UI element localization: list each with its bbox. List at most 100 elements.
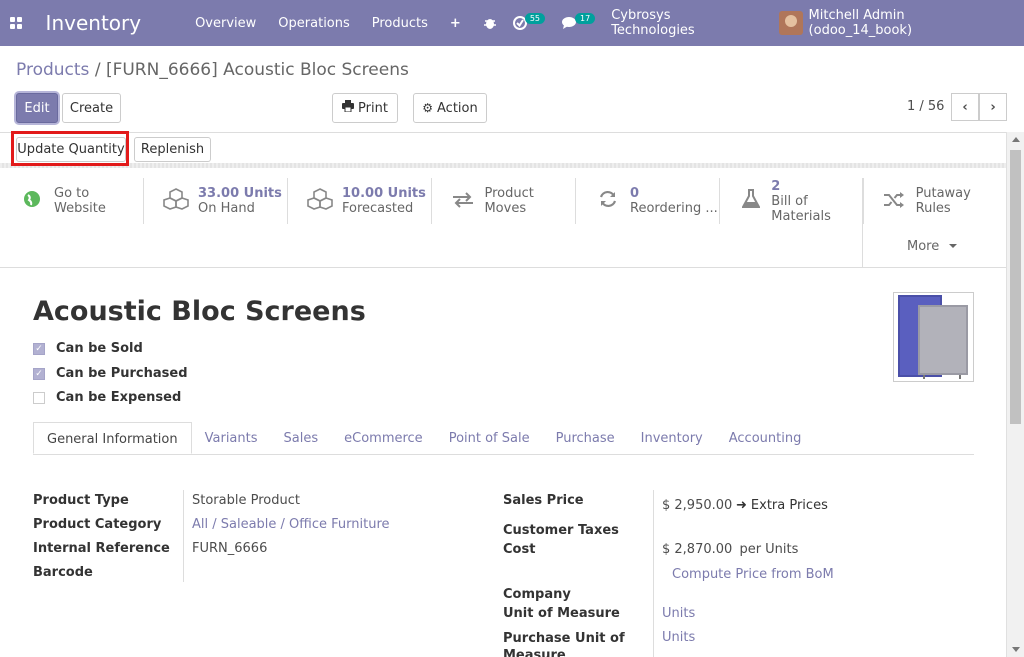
breadcrumb-products[interactable]: Products [16, 60, 89, 80]
user-avatar[interactable] [779, 11, 803, 35]
pager-value[interactable]: 1 / 56 [907, 99, 944, 114]
user-menu[interactable]: Mitchell Admin (odoo_14_book) [809, 8, 1008, 38]
tab-purchase[interactable]: Purchase [543, 422, 628, 454]
product-image[interactable] [893, 292, 974, 382]
smart-website-value: Go to [54, 186, 90, 201]
scroll-up-icon[interactable] [1012, 137, 1020, 142]
replenish-button[interactable]: Replenish [134, 137, 211, 162]
caret-down-icon [949, 244, 958, 248]
product-category-label: Product Category [33, 517, 162, 532]
product-type-select[interactable]: Storable Product [192, 493, 300, 508]
smart-button-forecasted[interactable]: 10.00 Units Forecasted [288, 178, 432, 224]
cost-value: $ 2,870.00 [662, 542, 733, 557]
print-label: Print [358, 100, 388, 116]
barcode-label: Barcode [33, 565, 93, 580]
cost-field[interactable]: $ 2,870.00 per Units [662, 542, 798, 557]
top-navbar: Inventory Overview Operations Products +… [0, 0, 1024, 46]
print-icon [342, 100, 355, 116]
smart-button-website[interactable]: Go to Website [0, 178, 144, 224]
can-be-purchased-checkbox[interactable]: ✓ [33, 367, 45, 380]
tab-inventory[interactable]: Inventory [628, 422, 716, 454]
tab-variants[interactable]: Variants [192, 422, 271, 454]
scroll-down-icon[interactable] [1012, 647, 1020, 652]
flask-icon [736, 188, 765, 214]
pager-previous-icon[interactable]: ‹ [951, 93, 979, 121]
messages-badge: 17 [575, 12, 596, 24]
vertical-scrollbar[interactable] [1006, 132, 1024, 657]
field-divider-left [183, 490, 184, 582]
apps-menu-icon[interactable] [0, 0, 32, 46]
menu-plus-icon[interactable]: + [450, 16, 461, 31]
smart-forecasted-value: 10.00 Units [342, 186, 426, 201]
tab-ecommerce[interactable]: eCommerce [331, 422, 436, 454]
can-be-expensed-row: Can be Expensed [33, 390, 181, 405]
menu-products[interactable]: Products [372, 16, 428, 31]
can-be-expensed-checkbox[interactable] [33, 391, 45, 404]
smart-putaway-label: Putaway Rules [915, 186, 971, 216]
smart-product-moves-label: Product Moves [484, 186, 534, 216]
purchase-unit-of-measure-field[interactable]: Units [662, 630, 695, 645]
activity-icon[interactable]: 55 [512, 12, 545, 30]
cubes-icon [304, 187, 336, 215]
smart-button-on-hand[interactable]: 33.00 Units On Hand [144, 178, 288, 224]
smart-website-label: Website [54, 201, 106, 216]
smart-buttons: Go to Website 33.00 Units On Hand 10.00 Un… [0, 178, 1006, 268]
edit-button[interactable]: Edit [16, 93, 58, 123]
bug-icon[interactable] [483, 16, 497, 30]
highlight-box [11, 131, 129, 166]
sales-price-label: Sales Price [503, 493, 584, 508]
extra-prices-button[interactable]: ➜ Extra Prices [736, 498, 828, 513]
scroll-thumb[interactable] [1010, 150, 1021, 424]
can-be-sold-label: Can be Sold [56, 341, 143, 356]
more-dropdown[interactable]: More [862, 224, 1006, 268]
tab-accounting[interactable]: Accounting [716, 422, 815, 454]
messages-icon[interactable]: 17 [561, 12, 596, 30]
compute-price-from-bom-button[interactable]: Compute Price from BoM [672, 567, 834, 582]
smart-bom-label: Bill of Materials [771, 193, 831, 224]
breadcrumb-separator: / [94, 60, 101, 80]
internal-reference-field[interactable]: FURN_6666 [192, 541, 267, 556]
action-button[interactable]: ⚙ Action [413, 93, 487, 123]
tab-general-information[interactable]: General Information [33, 422, 192, 454]
product-name[interactable]: Acoustic Bloc Screens [33, 296, 366, 327]
smart-button-product-moves[interactable]: Product Moves [432, 178, 576, 224]
smart-button-bom[interactable]: 2 Bill of Materials [720, 178, 864, 224]
can-be-sold-row: ✓ Can be Sold [33, 341, 143, 356]
can-be-expensed-label: Can be Expensed [56, 390, 182, 405]
print-button[interactable]: Print [332, 93, 398, 123]
purchase-unit-of-measure-label: Purchase Unit of Measure [503, 631, 625, 657]
more-label: More [907, 238, 940, 254]
unit-of-measure-label: Unit of Measure [503, 606, 620, 621]
smart-bom-value: 2 [771, 178, 781, 194]
tab-point-of-sale[interactable]: Point of Sale [436, 422, 543, 454]
pager-next-icon[interactable]: › [979, 93, 1007, 121]
product-type-label: Product Type [33, 493, 129, 508]
can-be-sold-checkbox[interactable]: ✓ [33, 342, 45, 355]
smart-button-putaway[interactable]: Putaway Rules [862, 178, 1006, 224]
unit-of-measure-field[interactable]: Units [662, 606, 695, 621]
sales-price-field[interactable]: $ 2,950.00 [662, 498, 732, 513]
menu-overview[interactable]: Overview [195, 16, 256, 31]
menu-operations[interactable]: Operations [278, 16, 349, 31]
arrow-right-icon: ➜ [736, 498, 747, 513]
action-label: Action [437, 100, 478, 116]
cost-label: Cost [503, 542, 536, 557]
activity-badge: 55 [524, 12, 545, 24]
smart-reordering-value: 0 [630, 186, 640, 201]
notebook-tabs: General Information Variants Sales eComm… [33, 422, 974, 455]
product-category-link[interactable]: All / Saleable / Office Furniture [192, 517, 390, 532]
cubes-icon [160, 187, 192, 215]
main-menu: Overview Operations Products + [195, 16, 483, 31]
random-icon [879, 189, 910, 213]
smart-button-reordering[interactable]: 0 Reordering ... [576, 178, 720, 224]
company-switcher[interactable]: Cybrosys Technologies [611, 8, 755, 38]
exchange-icon [448, 189, 478, 213]
company-label: Company [503, 587, 571, 602]
smart-on-hand-label: On Hand [198, 201, 255, 216]
create-button[interactable]: Create [62, 93, 121, 123]
can-be-purchased-row: ✓ Can be Purchased [33, 366, 188, 381]
tab-sales[interactable]: Sales [271, 422, 332, 454]
app-brand[interactable]: Inventory [46, 11, 142, 35]
can-be-purchased-label: Can be Purchased [56, 366, 188, 381]
cost-unit: per Units [739, 542, 799, 557]
